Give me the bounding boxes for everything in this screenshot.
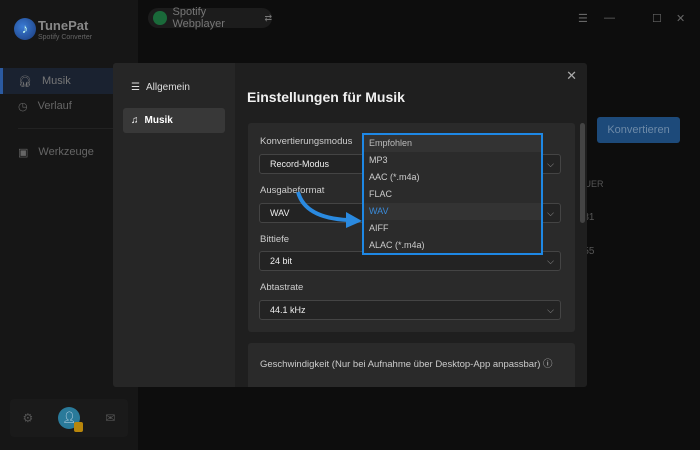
rate-label: Abtastrate xyxy=(260,282,304,293)
minimize-icon[interactable]: — xyxy=(604,12,615,24)
sliders-icon: ☰ xyxy=(131,82,140,93)
gear-icon[interactable]: ⚙ xyxy=(23,411,34,425)
convert-button[interactable]: Konvertieren xyxy=(597,117,680,143)
rate-select[interactable]: 44.1 kHz ⌵ xyxy=(259,300,561,320)
settings-nav: ☰ Allgemein ♫ Musik xyxy=(113,63,235,387)
spotify-icon xyxy=(153,11,167,25)
select-value: Record-Modus xyxy=(270,159,330,169)
close-icon[interactable]: ✕ xyxy=(566,68,577,84)
nav-label: Musik xyxy=(144,115,173,126)
menu-icon[interactable]: ☰ xyxy=(578,12,588,25)
mail-icon[interactable]: ✉ xyxy=(105,411,115,425)
mode-label: Konvertierungsmodus xyxy=(260,136,353,147)
select-value: 24 bit xyxy=(270,256,293,266)
divider xyxy=(18,128,118,129)
dialog-title: Einstellungen für Musik xyxy=(247,89,405,105)
toolbox-icon: ▣ xyxy=(18,146,29,159)
info-icon[interactable]: ⓘ xyxy=(543,359,553,370)
music-note-icon: ♫ xyxy=(131,115,139,126)
select-value: 44.1 kHz xyxy=(270,305,306,315)
nav-label: Allgemein xyxy=(145,82,190,93)
sidebar-item-label: Musik xyxy=(41,75,71,87)
speed-card: Geschwindigkeit (Nur bei Aufnahme über D… xyxy=(248,343,575,387)
source-label: Spotify Webplayer xyxy=(172,6,225,30)
app-subtitle: Spotify Converter xyxy=(38,34,93,41)
dropdown-group-header: Empfohlen xyxy=(364,135,541,152)
badge-icon xyxy=(74,422,84,432)
chevron-down-icon: ⌵ xyxy=(547,305,554,315)
format-option-alac[interactable]: ALAC (*.m4a) xyxy=(364,237,541,254)
chevron-down-icon: ⌵ xyxy=(547,208,554,218)
source-selector[interactable]: Spotify Webplayer ⇄ xyxy=(148,6,272,30)
format-option-flac[interactable]: FLAC xyxy=(364,186,541,203)
format-dropdown: Empfohlen MP3 AAC (*.m4a) FLAC WAV AIFF … xyxy=(362,133,543,255)
format-option-aac[interactable]: AAC (*.m4a) xyxy=(364,169,541,186)
speed-label: Geschwindigkeit (Nur bei Aufnahme über D… xyxy=(260,356,553,370)
settings-nav-allgemein[interactable]: ☰ Allgemein xyxy=(123,75,225,100)
depth-label: Bittiefe xyxy=(260,234,290,245)
tunepat-logo-icon: ♪ xyxy=(14,18,36,40)
sidebar-item-label: Verlauf xyxy=(37,100,72,112)
scrollbar[interactable] xyxy=(580,123,585,223)
format-option-wav[interactable]: WAV xyxy=(364,203,541,220)
speed-text: Geschwindigkeit (Nur bei Aufnahme über D… xyxy=(260,359,541,370)
format-option-mp3[interactable]: MP3 xyxy=(364,152,541,169)
sidebar-item-label: Werkzeuge xyxy=(38,146,94,158)
app-name: TunePat xyxy=(38,18,89,33)
headphones-icon: 🎧︎ xyxy=(18,75,32,88)
pointer-arrow-icon xyxy=(296,191,362,228)
maximize-icon[interactable]: ☐ xyxy=(652,12,662,25)
close-window-icon[interactable]: ✕ xyxy=(676,12,685,25)
chevron-down-icon: ⌵ xyxy=(547,256,554,266)
clock-icon: ◷ xyxy=(18,100,28,113)
format-option-aiff[interactable]: AIFF xyxy=(364,220,541,237)
chevron-down-icon: ⌵ xyxy=(547,159,554,169)
settings-nav-musik[interactable]: ♫ Musik xyxy=(123,108,225,133)
bottom-bar: ⚙ 👤︎ ✉ xyxy=(10,399,128,437)
avatar[interactable]: 👤︎ xyxy=(58,407,84,432)
select-value: WAV xyxy=(270,208,290,218)
switch-icon: ⇄ xyxy=(264,12,272,23)
